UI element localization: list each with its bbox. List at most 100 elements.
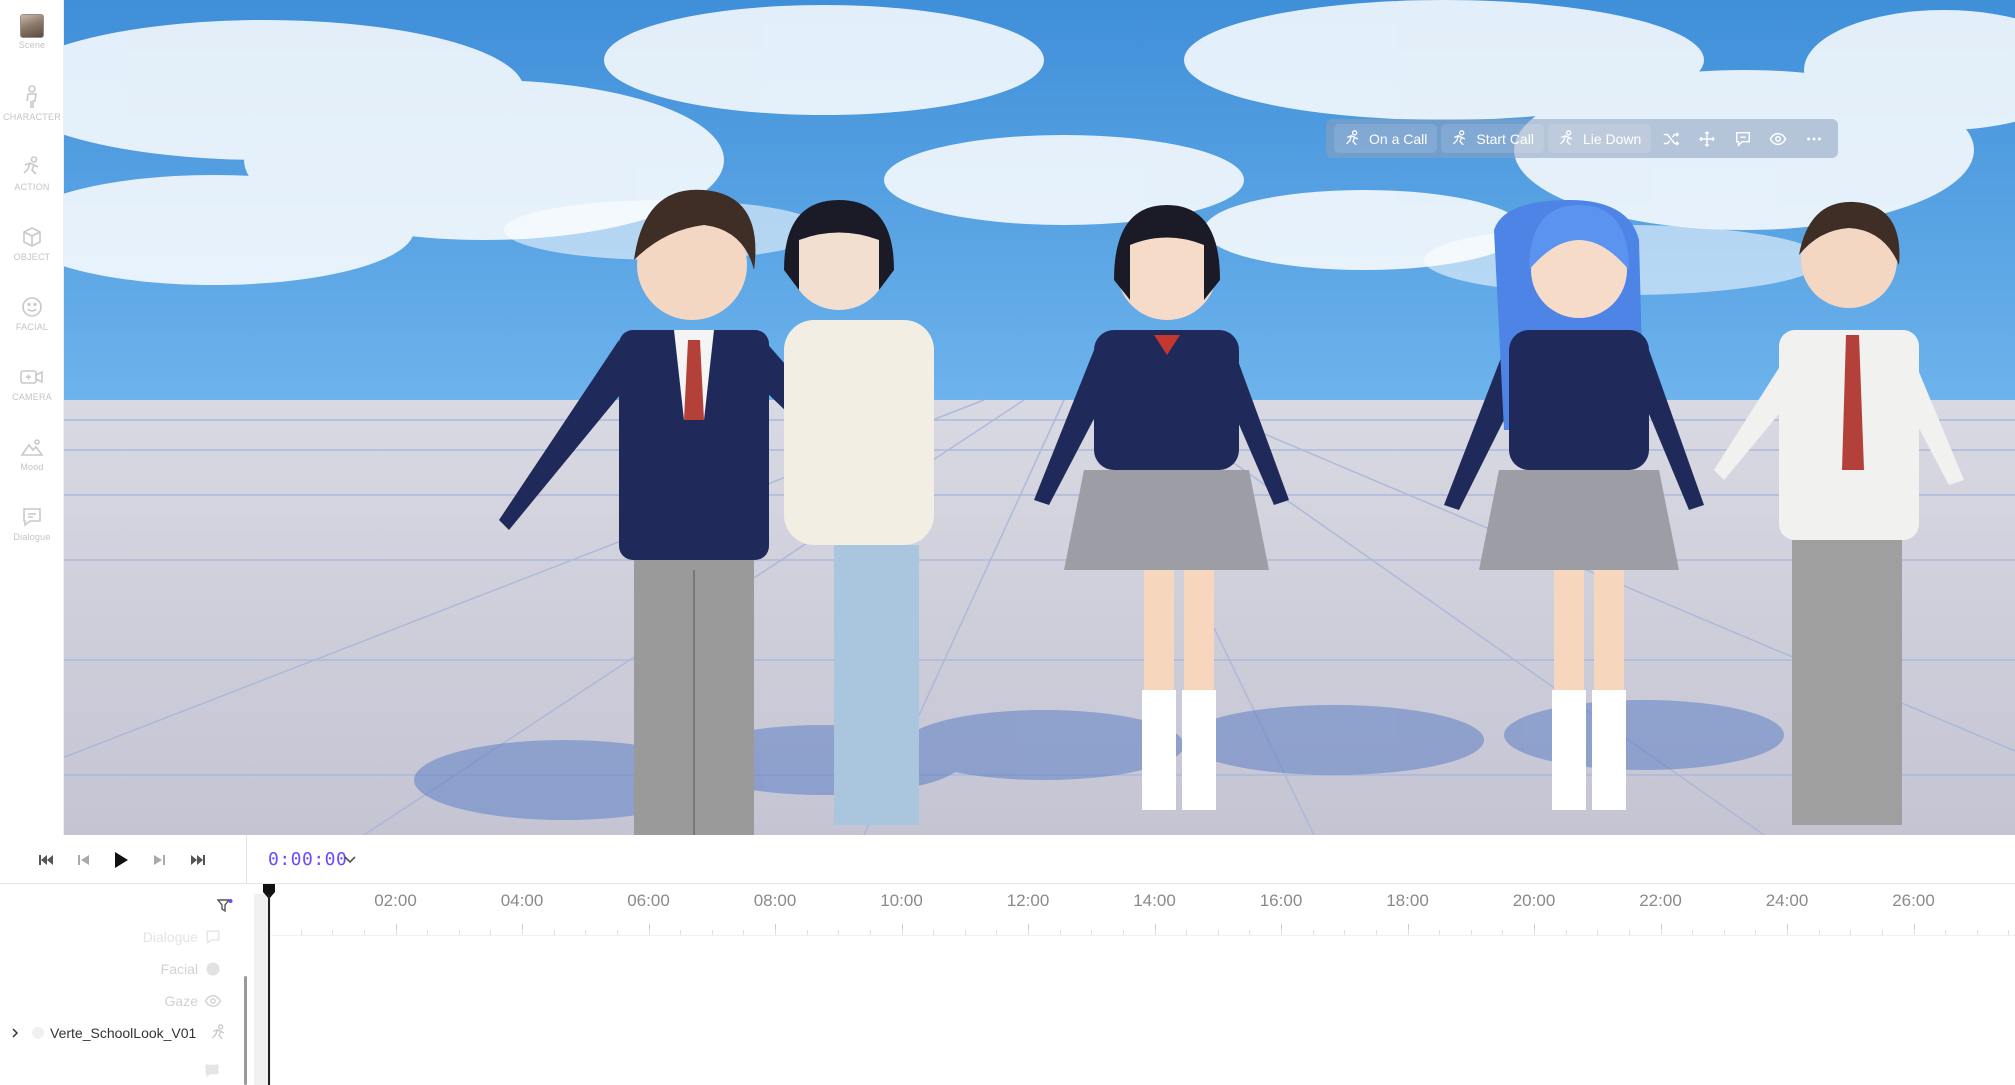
rail-item-mood[interactable]: Mood xyxy=(0,434,64,472)
playhead[interactable] xyxy=(262,884,276,1085)
time-ruler[interactable]: 02:00 04:00 06:00 08:00 10:00 12:00 14:00 16:00… xyxy=(254,884,2015,936)
ruler-minor-tick xyxy=(490,930,492,935)
move-icon xyxy=(1699,130,1715,147)
ruler-minor-tick xyxy=(1818,930,1820,935)
skip-end-icon xyxy=(191,855,205,865)
motion-icon xyxy=(1345,129,1359,145)
ruler-minor-tick xyxy=(395,930,397,935)
ruler-minor-tick xyxy=(1186,930,1188,935)
ruler-minor-tick xyxy=(1502,930,1504,935)
step-forward-icon xyxy=(154,855,165,865)
ruler-tick-label: 08:00 xyxy=(753,891,797,910)
step-back-icon xyxy=(78,855,89,865)
scene-viewport[interactable]: On a Call Start Call Lie Down xyxy=(64,0,2015,835)
move-button[interactable] xyxy=(1691,124,1723,153)
character-icon xyxy=(19,84,45,110)
ruler-tick-label: 14:00 xyxy=(1133,891,1176,910)
ruler-minor-tick xyxy=(1091,930,1093,935)
rail-item-scene[interactable]: Scene xyxy=(0,14,64,50)
rail-label-scene: Scene xyxy=(18,40,46,50)
ruler-minor-tick xyxy=(363,930,365,935)
timecode-display[interactable]: 0:00:00 xyxy=(268,849,347,870)
shuffle-button[interactable] xyxy=(1655,124,1687,153)
timeline-panel: Dialogue Facial Gaze Verte_SchoolLook_V0… xyxy=(0,884,2015,1085)
timecode-dropdown-button[interactable] xyxy=(340,850,360,870)
ruler-tick-label: 18:00 xyxy=(1386,891,1429,910)
rail-item-camera[interactable]: CAMERA xyxy=(0,364,64,402)
ruler-tick-label: 20:00 xyxy=(1512,891,1556,910)
action-icon xyxy=(212,1024,225,1040)
skip-to-start-button[interactable] xyxy=(35,849,57,871)
ruler-minor-tick xyxy=(522,930,523,935)
ruler-minor-tick xyxy=(838,930,840,935)
track-scrollbar[interactable] xyxy=(244,976,247,1085)
ruler-tick-label: 16:00 xyxy=(1259,891,1303,910)
ruler-minor-tick xyxy=(1312,930,1314,935)
rail-label-dialogue: Dialogue xyxy=(13,532,51,542)
visibility-button[interactable] xyxy=(1763,124,1795,153)
avatar xyxy=(32,1027,44,1039)
action-chip-start-call[interactable]: Start Call xyxy=(1441,124,1544,153)
track-row-dialogue[interactable]: Dialogue xyxy=(143,928,222,946)
ruler-minor-tick xyxy=(743,930,745,935)
track-row-facial[interactable]: Facial xyxy=(161,960,222,978)
ruler-minor-tick xyxy=(1439,930,1441,935)
shuffle-icon xyxy=(1663,131,1680,146)
ruler-minor-tick xyxy=(1660,930,1662,935)
eye-icon xyxy=(204,992,222,1010)
ruler-minor-tick xyxy=(1597,930,1599,935)
ruler-minor-tick xyxy=(1787,930,1788,935)
play-icon xyxy=(115,852,128,868)
action-chip-lie-down[interactable]: Lie Down xyxy=(1547,124,1652,153)
action-chip-on-a-call[interactable]: On a Call xyxy=(1334,124,1438,153)
ruler-minor-tick xyxy=(458,930,460,935)
ruler-minor-tick xyxy=(806,930,808,935)
rail-item-facial[interactable]: FACIAL xyxy=(0,294,64,332)
more-button[interactable] xyxy=(1798,124,1830,153)
ruler-minor-tick xyxy=(585,930,587,935)
ruler-minor-tick xyxy=(901,930,903,935)
ruler-minor-tick xyxy=(1059,930,1061,935)
ruler-tick-label: 12:00 xyxy=(1006,891,1050,910)
ruler-minor-tick xyxy=(1723,930,1725,935)
rail-item-object[interactable]: OBJECT xyxy=(0,224,64,262)
chat-icon xyxy=(203,1063,221,1084)
step-forward-button[interactable] xyxy=(148,849,170,871)
filter-button[interactable] xyxy=(216,898,233,919)
track-label: Dialogue xyxy=(142,929,198,945)
skip-start-icon xyxy=(39,855,53,865)
track-label: Gaze xyxy=(164,993,198,1009)
ruler-minor-tick xyxy=(1565,930,1567,935)
ruler-minor-tick xyxy=(1755,930,1757,935)
ruler-minor-tick xyxy=(1154,930,1156,935)
ruler-minor-tick xyxy=(553,930,555,935)
track-list: Dialogue Facial Gaze Verte_SchoolLook_V0… xyxy=(0,884,246,1085)
ruler-minor-tick xyxy=(1628,930,1630,935)
action-chip-label: Start Call xyxy=(1476,130,1534,147)
rail-item-dialogue[interactable]: Dialogue xyxy=(0,504,64,542)
rail-label-camera: CAMERA xyxy=(12,392,52,402)
comment-button[interactable] xyxy=(1727,124,1759,153)
rail-item-character[interactable]: CHARACTER xyxy=(0,84,64,122)
left-tool-rail: Scene CHARACTER ACTION OBJECT FACIAL CAM… xyxy=(0,0,64,835)
comment-icon xyxy=(1735,131,1750,147)
skip-to-end-button[interactable] xyxy=(187,849,209,871)
rail-item-action[interactable]: ACTION xyxy=(0,154,64,192)
ruler-minor-tick xyxy=(711,930,713,935)
eye-icon xyxy=(1769,132,1787,145)
step-back-button[interactable] xyxy=(73,849,95,871)
ruler-minor-tick xyxy=(869,930,871,935)
ruler-tick-label: 10:00 xyxy=(880,891,923,910)
cube-icon xyxy=(19,224,45,250)
ruler-minor-tick xyxy=(648,930,650,935)
camera-icon xyxy=(19,364,45,390)
motion-icon xyxy=(1453,129,1466,145)
track-row-character[interactable]: Verte_SchoolLook_V01 xyxy=(10,1024,228,1042)
play-button[interactable] xyxy=(110,849,132,871)
chat-icon xyxy=(19,504,45,530)
filter-icon xyxy=(216,899,233,913)
ruler-minor-tick xyxy=(1976,930,1978,935)
rail-label-facial: FACIAL xyxy=(15,322,49,332)
track-row-gaze[interactable]: Gaze xyxy=(165,992,222,1010)
character-track-label: Verte_SchoolLook_V01 xyxy=(50,1025,197,1041)
